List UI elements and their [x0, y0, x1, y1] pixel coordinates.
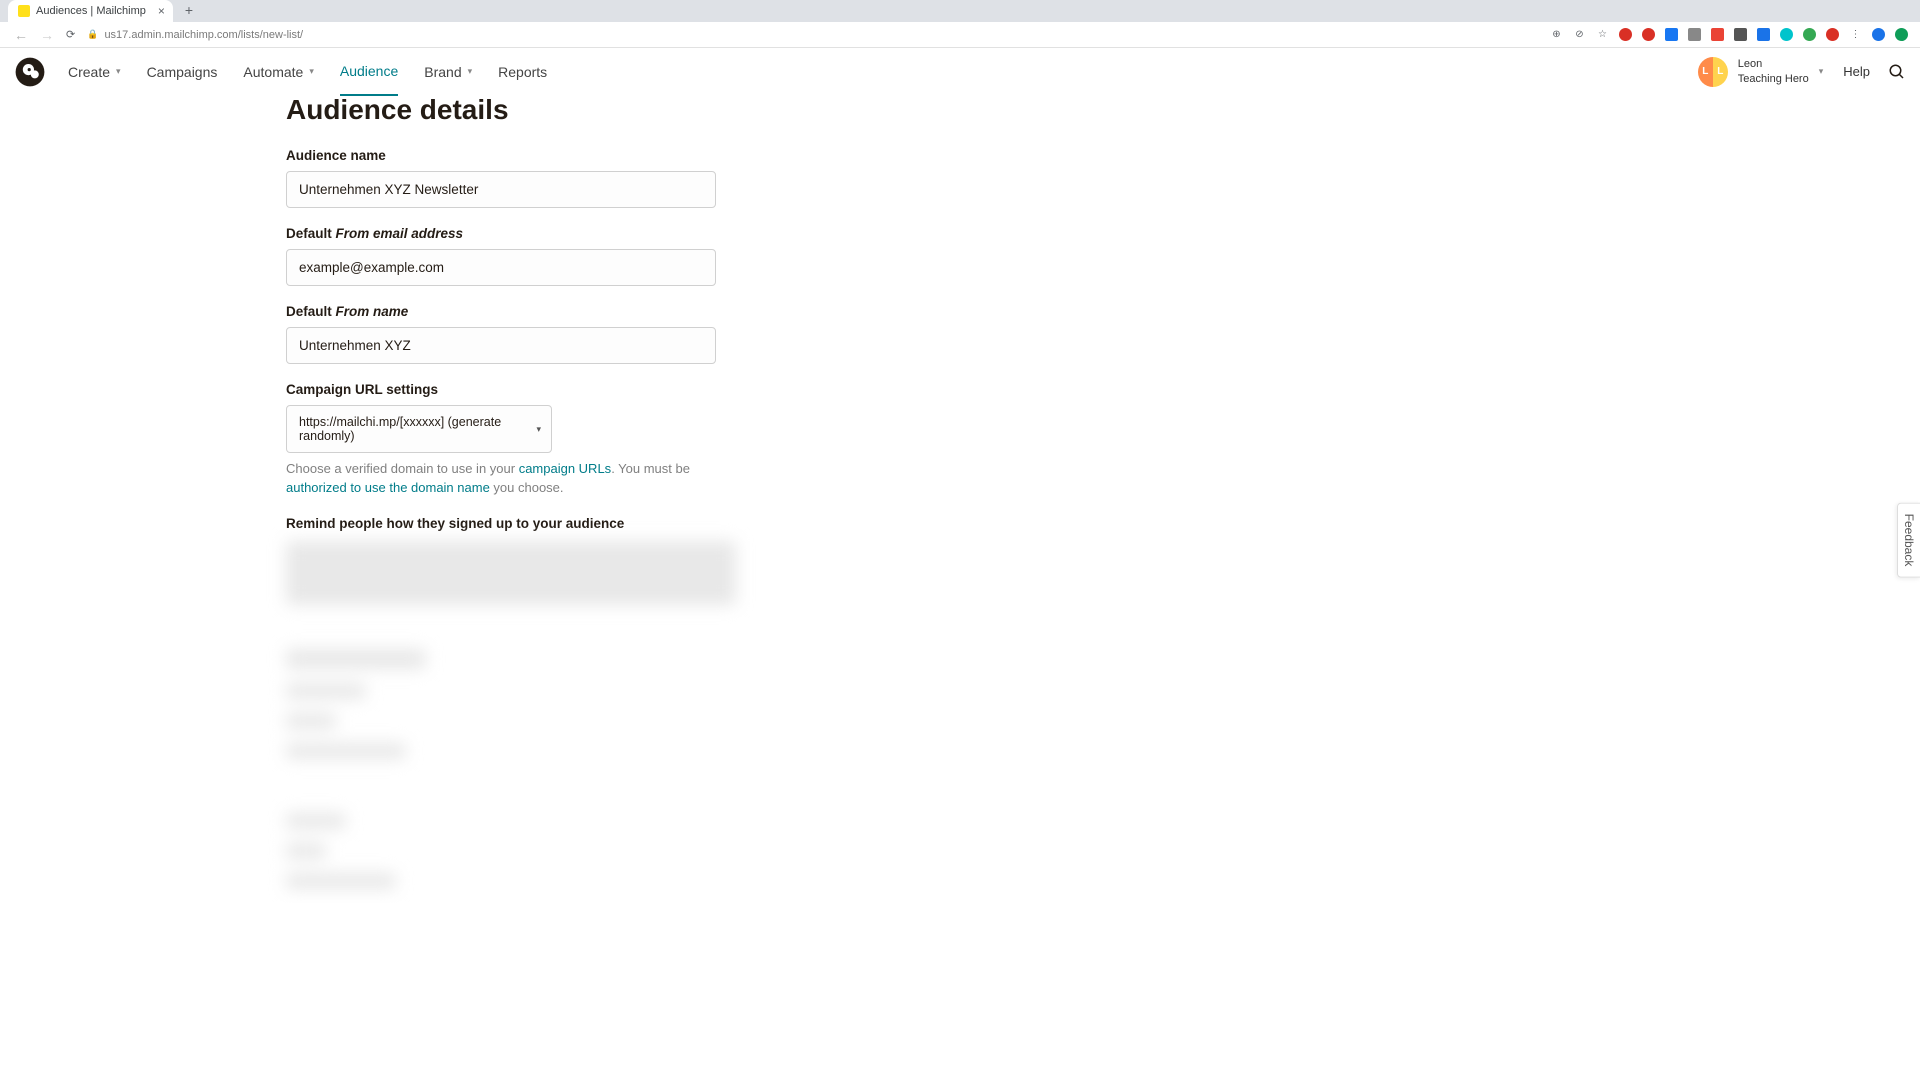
bookmark-star-icon[interactable]: ☆	[1596, 28, 1609, 41]
nav-audience[interactable]: Audience	[340, 48, 398, 96]
mailchimp-logo[interactable]	[14, 56, 46, 88]
field-remind: Remind people how they signed up to your…	[286, 516, 1920, 531]
nav-reports[interactable]: Reports	[498, 49, 547, 95]
translate-icon[interactable]: ⊕	[1550, 28, 1563, 41]
tab-favicon	[18, 5, 30, 17]
url-helper-3: you choose.	[490, 480, 564, 495]
remind-label: Remind people how they signed up to your…	[286, 516, 1920, 531]
field-from-email: Default From email address	[286, 226, 1920, 286]
field-audience-name: Audience name	[286, 148, 1920, 208]
ext-icon-5[interactable]	[1711, 28, 1724, 41]
nav-audience-label: Audience	[340, 63, 398, 79]
audience-name-input[interactable]	[286, 171, 716, 208]
ext-icon-12[interactable]	[1895, 28, 1908, 41]
tab-title: Audiences | Mailchimp	[36, 5, 146, 17]
ext-icon-11[interactable]: ⋮	[1849, 28, 1862, 41]
nav-campaigns[interactable]: Campaigns	[147, 49, 218, 95]
address-bar: ← → ⟳ 🔒 us17.admin.mailchimp.com/lists/n…	[0, 22, 1920, 48]
account-text: Leon Teaching Hero	[1738, 57, 1809, 86]
nav-create-label: Create	[68, 64, 110, 80]
back-button[interactable]: ←	[8, 27, 34, 43]
app-topnav: Create ▾ Campaigns Automate ▾ Audience B…	[0, 48, 1920, 96]
help-link[interactable]: Help	[1843, 64, 1870, 79]
account-org: Teaching Hero	[1738, 72, 1809, 86]
nav-items: Create ▾ Campaigns Automate ▾ Audience B…	[68, 48, 547, 95]
ext-icon-2[interactable]	[1642, 28, 1655, 41]
field-url-settings: Campaign URL settings https://mailchi.mp…	[286, 382, 1920, 498]
ext-icon-7[interactable]	[1757, 28, 1770, 41]
ext-icon-8[interactable]	[1780, 28, 1793, 41]
ext-icon-1[interactable]	[1619, 28, 1632, 41]
campaign-urls-link[interactable]: campaign URLs	[519, 461, 612, 476]
url-select-value: https://mailchi.mp/[xxxxxx] (generate ra…	[299, 415, 521, 443]
nav-automate-label: Automate	[243, 64, 303, 80]
nav-brand-label: Brand	[424, 64, 461, 80]
from-email-label-em: From email address	[336, 226, 464, 241]
new-tab-button[interactable]: +	[179, 2, 199, 18]
zoom-icon[interactable]: ⊘	[1573, 28, 1586, 41]
from-name-input[interactable]	[286, 327, 716, 364]
blurred-content	[286, 541, 736, 889]
toolbar-icons: ⊕ ⊘ ☆ ⋮	[1550, 28, 1912, 41]
reload-button[interactable]: ⟳	[60, 28, 81, 41]
url-text: us17.admin.mailchimp.com/lists/new-list/	[104, 29, 303, 41]
search-icon[interactable]	[1888, 63, 1906, 81]
chevron-down-icon: ▾	[116, 66, 121, 77]
avatar-initial-1: L	[1698, 57, 1713, 87]
url-helper-2: . You must be	[611, 461, 690, 476]
forward-button[interactable]: →	[34, 27, 60, 43]
nav-automate[interactable]: Automate ▾	[243, 49, 313, 95]
nav-create[interactable]: Create ▾	[68, 49, 121, 95]
url-field[interactable]: 🔒 us17.admin.mailchimp.com/lists/new-lis…	[81, 29, 1550, 41]
nav-reports-label: Reports	[498, 64, 547, 80]
ext-icon-10[interactable]	[1826, 28, 1839, 41]
url-settings-label: Campaign URL settings	[286, 382, 1920, 397]
chevron-down-icon: ▾	[536, 424, 541, 435]
account-switcher[interactable]: L L Leon Teaching Hero ▾	[1698, 57, 1823, 87]
audience-name-label: Audience name	[286, 148, 1920, 163]
url-settings-select[interactable]: https://mailchi.mp/[xxxxxx] (generate ra…	[286, 405, 552, 453]
from-email-label-pre: Default	[286, 226, 336, 241]
ext-icon-9[interactable]	[1803, 28, 1816, 41]
nav-campaigns-label: Campaigns	[147, 64, 218, 80]
nav-brand[interactable]: Brand ▾	[424, 49, 472, 95]
from-name-label-pre: Default	[286, 304, 336, 319]
from-name-label-em: From name	[336, 304, 409, 319]
page-title: Audience details	[286, 96, 1920, 126]
field-from-name: Default From name	[286, 304, 1920, 364]
domain-auth-link[interactable]: authorized to use the domain name	[286, 480, 490, 495]
ext-icon-3[interactable]	[1665, 28, 1678, 41]
account-name: Leon	[1738, 57, 1809, 71]
chevron-down-icon: ▾	[309, 66, 314, 77]
from-email-input[interactable]	[286, 249, 716, 286]
from-email-label: Default From email address	[286, 226, 1920, 241]
url-helper-1: Choose a verified domain to use in your	[286, 461, 519, 476]
chevron-down-icon: ▾	[1819, 66, 1824, 77]
from-name-label: Default From name	[286, 304, 1920, 319]
avatar-initial-2: L	[1713, 57, 1728, 87]
lock-icon: 🔒	[87, 29, 98, 40]
close-icon[interactable]: ×	[158, 4, 165, 18]
browser-tab[interactable]: Audiences | Mailchimp ×	[8, 0, 173, 22]
chevron-down-icon: ▾	[468, 66, 473, 77]
tab-bar: Audiences | Mailchimp × +	[0, 0, 1920, 22]
page-content: Audience details Audience name Default F…	[0, 96, 1920, 903]
avatar: L L	[1698, 57, 1728, 87]
browser-chrome: Audiences | Mailchimp × + ← → ⟳ 🔒 us17.a…	[0, 0, 1920, 48]
ext-icon-6[interactable]	[1734, 28, 1747, 41]
url-helper-text: Choose a verified domain to use in your …	[286, 460, 716, 498]
profile-icon[interactable]	[1872, 28, 1885, 41]
ext-icon-4[interactable]	[1688, 28, 1701, 41]
feedback-tab[interactable]: Feedback	[1897, 503, 1920, 578]
